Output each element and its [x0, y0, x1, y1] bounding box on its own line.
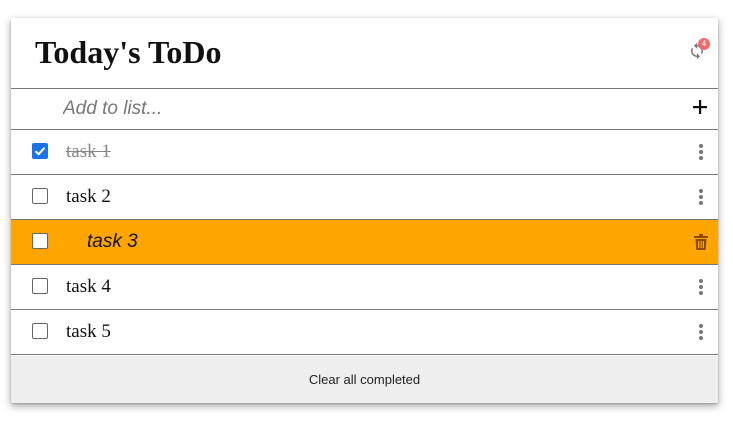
task-label[interactable]: task 1	[66, 140, 111, 164]
add-row	[11, 89, 718, 130]
list-item: task 2	[11, 175, 718, 220]
checkmark-icon	[34, 147, 46, 156]
more-vert-icon[interactable]	[698, 189, 704, 205]
todo-card: Today's ToDo 4 task 1	[11, 18, 718, 403]
sync-button[interactable]: 4	[688, 38, 710, 62]
task-checkbox[interactable]	[32, 188, 48, 204]
list-item: task 1	[11, 130, 718, 175]
more-vert-icon[interactable]	[698, 144, 704, 160]
page-title: Today's ToDo	[35, 34, 222, 70]
footer: Clear all completed	[11, 356, 718, 403]
task-label[interactable]: task 5	[66, 320, 111, 344]
header: Today's ToDo 4	[11, 18, 718, 89]
delete-task-button[interactable]	[694, 234, 708, 250]
add-task-input[interactable]	[55, 93, 615, 125]
task-checkbox[interactable]	[32, 323, 48, 339]
task-label[interactable]: task 2	[66, 185, 111, 209]
task-checkbox[interactable]	[32, 143, 48, 159]
pending-count-badge: 4	[698, 38, 710, 50]
add-task-button[interactable]	[692, 99, 708, 115]
task-checkbox[interactable]	[32, 233, 48, 249]
plus-icon	[693, 100, 707, 114]
task-label[interactable]: task 4	[66, 275, 111, 299]
clear-completed-button[interactable]: Clear all completed	[309, 372, 420, 387]
list-item: task 3	[11, 220, 718, 265]
trash-icon	[694, 234, 708, 250]
task-list: task 1 task 2 task 3 task 4 task 5	[11, 130, 718, 355]
task-label[interactable]: task 3	[87, 230, 138, 254]
more-vert-icon[interactable]	[698, 324, 704, 340]
list-item: task 5	[11, 310, 718, 355]
list-item: task 4	[11, 265, 718, 310]
more-vert-icon[interactable]	[698, 279, 704, 295]
task-checkbox[interactable]	[32, 278, 48, 294]
